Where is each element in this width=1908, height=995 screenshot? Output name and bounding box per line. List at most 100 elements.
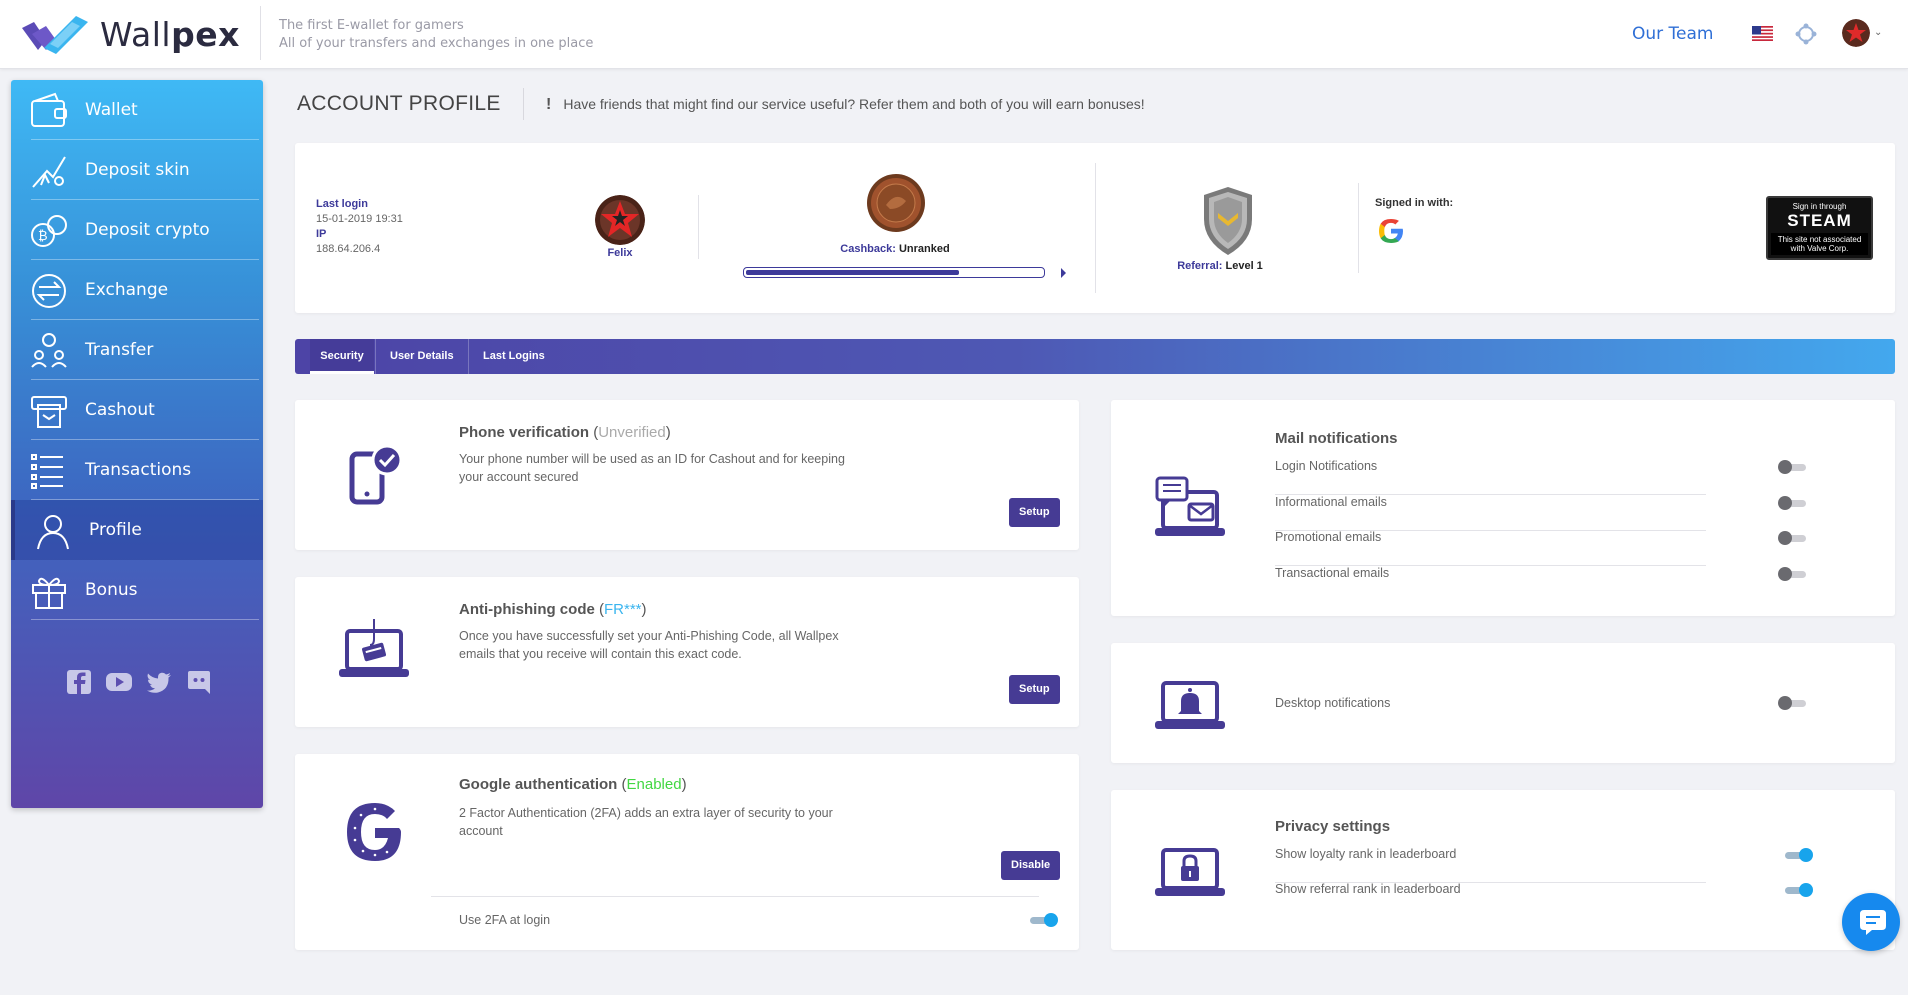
google-logo-icon	[1379, 219, 1403, 243]
phone-setup-button[interactable]: Setup	[1009, 498, 1060, 527]
google-auth-card: Google authentication (Enabled) 2 Factor…	[295, 754, 1079, 950]
use-2fa-label: Use 2FA at login	[459, 913, 551, 927]
login-notifications-toggle[interactable]	[1778, 460, 1808, 474]
steam-signin-button[interactable]: Sign in through STEAM This site not asso…	[1766, 196, 1873, 260]
mail-notifications-title: Mail notifications	[1275, 430, 1398, 447]
wallet-icon	[31, 92, 67, 127]
last-login-value: 15-01-2019 19:31	[316, 213, 403, 225]
facebook-icon[interactable]	[65, 668, 93, 696]
cashout-icon	[31, 396, 67, 428]
profile-icon	[37, 515, 69, 550]
header-divider	[260, 6, 261, 60]
transfer-icon	[31, 333, 67, 368]
tab-security[interactable]: Security	[310, 339, 374, 374]
promotional-emails-toggle[interactable]	[1778, 531, 1808, 545]
brand-name: Wallpex	[100, 14, 240, 54]
sidebar-item-label: Exchange	[85, 280, 169, 300]
page-title: ACCOUNT PROFILE	[297, 92, 501, 115]
sidebar-item-label: Profile	[89, 520, 142, 540]
avatar-star-icon	[1842, 19, 1870, 47]
profile-avatar[interactable]	[595, 195, 645, 245]
tagline-line-2: All of your transfers and exchanges in o…	[279, 36, 594, 51]
title-divider	[523, 88, 524, 120]
referral-level-shield-icon	[1204, 187, 1252, 255]
transactions-icon	[31, 454, 63, 489]
live-chat-button[interactable]	[1842, 893, 1900, 951]
sidebar-item-label: Bonus	[85, 580, 138, 600]
youtube-icon[interactable]	[105, 668, 133, 696]
tagline: The first E-wallet for gamers All of you…	[279, 17, 593, 53]
sidebar-item-transfer[interactable]: Transfer	[11, 320, 263, 380]
sidebar-item-deposit-crypto[interactable]: ₿ Deposit crypto	[11, 200, 263, 260]
deposit-crypto-icon: ₿	[31, 215, 67, 247]
google-auth-disable-button[interactable]: Disable	[1001, 851, 1061, 880]
sidebar-item-bonus[interactable]: Bonus	[11, 560, 263, 620]
us-flag-icon[interactable]	[1752, 26, 1773, 41]
exclamation-icon: !	[546, 96, 552, 113]
tab-user-details[interactable]: User Details	[375, 339, 469, 374]
chat-bubble-icon	[1860, 910, 1886, 935]
privacy-settings-title: Privacy settings	[1275, 818, 1391, 835]
twitter-icon[interactable]	[145, 668, 173, 696]
google-auth-icon	[347, 803, 401, 861]
user-menu-caret-icon[interactable]: ⌄	[1874, 27, 1882, 38]
anti-phishing-desc: Once you have successfully set your Anti…	[459, 629, 839, 661]
ip-value: 188.64.206.4	[316, 243, 381, 255]
privacy-row-referral: Show referral rank in leaderboard	[1275, 882, 1461, 896]
desktop-notifications-label: Desktop notifications	[1275, 696, 1391, 710]
support-icon[interactable]	[1795, 23, 1817, 45]
cashback-rank-coin-icon	[867, 174, 925, 232]
sidebar-item-wallet[interactable]: Wallet	[11, 80, 263, 140]
sidebar-item-deposit-skin[interactable]: Deposit skin	[11, 140, 263, 200]
bonus-icon	[32, 577, 66, 609]
sidebar-item-exchange[interactable]: Exchange	[11, 260, 263, 320]
mail-notifications-icon	[1155, 476, 1225, 536]
steam-disclaimer: This site not associated with Valve Corp.	[1771, 233, 1868, 255]
notif-row-promotional: Promotional emails	[1275, 530, 1706, 566]
notif-row-informational: Informational emails	[1275, 495, 1706, 531]
wallpex-logo[interactable]: Wallpex	[22, 14, 240, 54]
anti-phishing-code: FR***	[604, 601, 642, 618]
last-login-label: Last login	[316, 198, 368, 210]
sidebar-item-cashout[interactable]: Cashout	[11, 380, 263, 440]
ip-label: IP	[316, 228, 327, 240]
wallpex-logo-icon	[22, 16, 88, 54]
referral-status: Referral: Level 1	[1177, 260, 1263, 272]
sidebar: Wallet Deposit skin ₿ Deposit crypto Exc…	[11, 80, 263, 808]
avatar-star-icon	[595, 195, 645, 245]
sidebar-item-transactions[interactable]: Transactions	[11, 440, 263, 500]
transactional-emails-toggle[interactable]	[1778, 567, 1808, 581]
anti-phishing-card: Anti-phishing code (FR***) Once you have…	[295, 577, 1079, 727]
profile-tabs: Security User Details Last Logins	[295, 339, 1895, 374]
our-team-link[interactable]: Our Team	[1632, 24, 1713, 44]
deposit-skin-icon	[32, 156, 66, 188]
google-auth-desc: 2 Factor Authentication (2FA) adds an ex…	[459, 806, 833, 838]
google-auth-status: Enabled	[626, 776, 682, 793]
social-links	[65, 668, 213, 696]
privacy-lock-icon	[1155, 848, 1225, 896]
top-header: Wallpex The first E-wallet for gamers Al…	[0, 0, 1908, 69]
steam-line-1: Sign in through	[1792, 202, 1847, 211]
google-auth-title: Google authentication (Enabled)	[459, 776, 687, 793]
user-avatar[interactable]	[1842, 19, 1870, 47]
signed-in-with-label: Signed in with:	[1375, 197, 1454, 209]
informational-emails-toggle[interactable]	[1778, 496, 1808, 510]
referral-hint-text: Have friends that might find our service…	[563, 96, 1145, 112]
tagline-line-1: The first E-wallet for gamers	[279, 18, 464, 33]
anti-phishing-icon	[339, 619, 409, 677]
progress-arrow-icon[interactable]	[1061, 268, 1066, 278]
sidebar-item-label: Transfer	[85, 340, 154, 360]
desktop-notifications-toggle[interactable]	[1778, 696, 1808, 710]
sidebar-item-label: Transactions	[85, 460, 192, 480]
anti-phishing-title: Anti-phishing code (FR***)	[459, 601, 647, 618]
tab-last-logins[interactable]: Last Logins	[468, 339, 560, 374]
referral-rank-toggle[interactable]	[1783, 883, 1813, 897]
anti-phishing-setup-button[interactable]: Setup	[1009, 675, 1060, 704]
sidebar-item-profile[interactable]: Profile	[11, 500, 263, 560]
notif-row-login: Login Notifications	[1275, 459, 1706, 495]
use-2fa-toggle[interactable]	[1028, 913, 1058, 927]
loyalty-rank-toggle[interactable]	[1783, 848, 1813, 862]
phone-verification-desc: Your phone number will be used as an ID …	[459, 452, 845, 484]
discord-icon[interactable]	[185, 668, 213, 696]
sidebar-item-label: Deposit crypto	[85, 220, 210, 240]
